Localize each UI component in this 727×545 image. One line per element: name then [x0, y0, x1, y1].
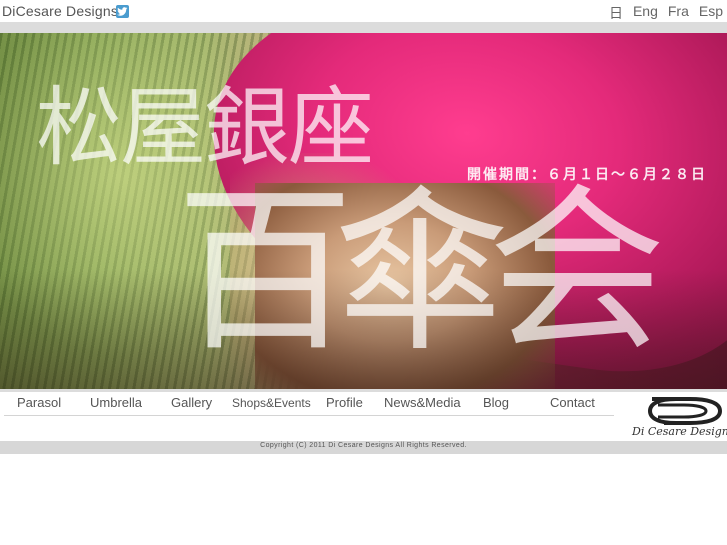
- dicesare-logo[interactable]: Di Cesare Designs: [628, 396, 727, 440]
- nav-gallery[interactable]: Gallery: [171, 395, 212, 410]
- main-navigation-area: Parasol Umbrella Gallery Shops&Events Pr…: [0, 389, 727, 441]
- nav-profile[interactable]: Profile: [326, 395, 363, 410]
- hero-banner: 松屋銀座 開催期間：６月１日～６月２８日 百傘会: [0, 33, 727, 389]
- lang-french[interactable]: Fra: [668, 3, 689, 23]
- main-nav: Parasol Umbrella Gallery Shops&Events Pr…: [0, 395, 620, 415]
- nav-blog[interactable]: Blog: [483, 395, 509, 410]
- lang-english[interactable]: Eng: [633, 3, 658, 23]
- footer: Copyright (C) 2011 Di Cesare Designs All…: [0, 441, 727, 454]
- dicesare-logo-mark: [647, 397, 723, 425]
- header-divider: [0, 22, 727, 33]
- logo-text: Di Cesare Designs: [632, 425, 727, 438]
- nav-underline: [4, 415, 614, 416]
- lang-spanish[interactable]: Esp: [699, 3, 723, 23]
- nav-shops-events[interactable]: Shops&Events: [232, 396, 311, 410]
- top-bar: DiCesare Designs 日 Eng Fra Esp: [0, 0, 727, 22]
- hero-event-title: 百傘会: [176, 168, 666, 375]
- language-selector: 日 Eng Fra Esp: [599, 3, 723, 23]
- copyright-text: Copyright (C) 2011 Di Cesare Designs All…: [260, 442, 467, 449]
- nav-contact[interactable]: Contact: [550, 395, 595, 410]
- hero-store-title: 松屋銀座: [36, 78, 374, 178]
- brand-link[interactable]: DiCesare Designs: [2, 3, 118, 19]
- twitter-icon[interactable]: [116, 5, 129, 18]
- nav-umbrella[interactable]: Umbrella: [90, 395, 142, 410]
- lang-japanese[interactable]: 日: [609, 3, 623, 23]
- nav-news-media[interactable]: News&Media: [384, 395, 461, 410]
- nav-divider: [0, 389, 727, 392]
- nav-parasol[interactable]: Parasol: [17, 395, 61, 410]
